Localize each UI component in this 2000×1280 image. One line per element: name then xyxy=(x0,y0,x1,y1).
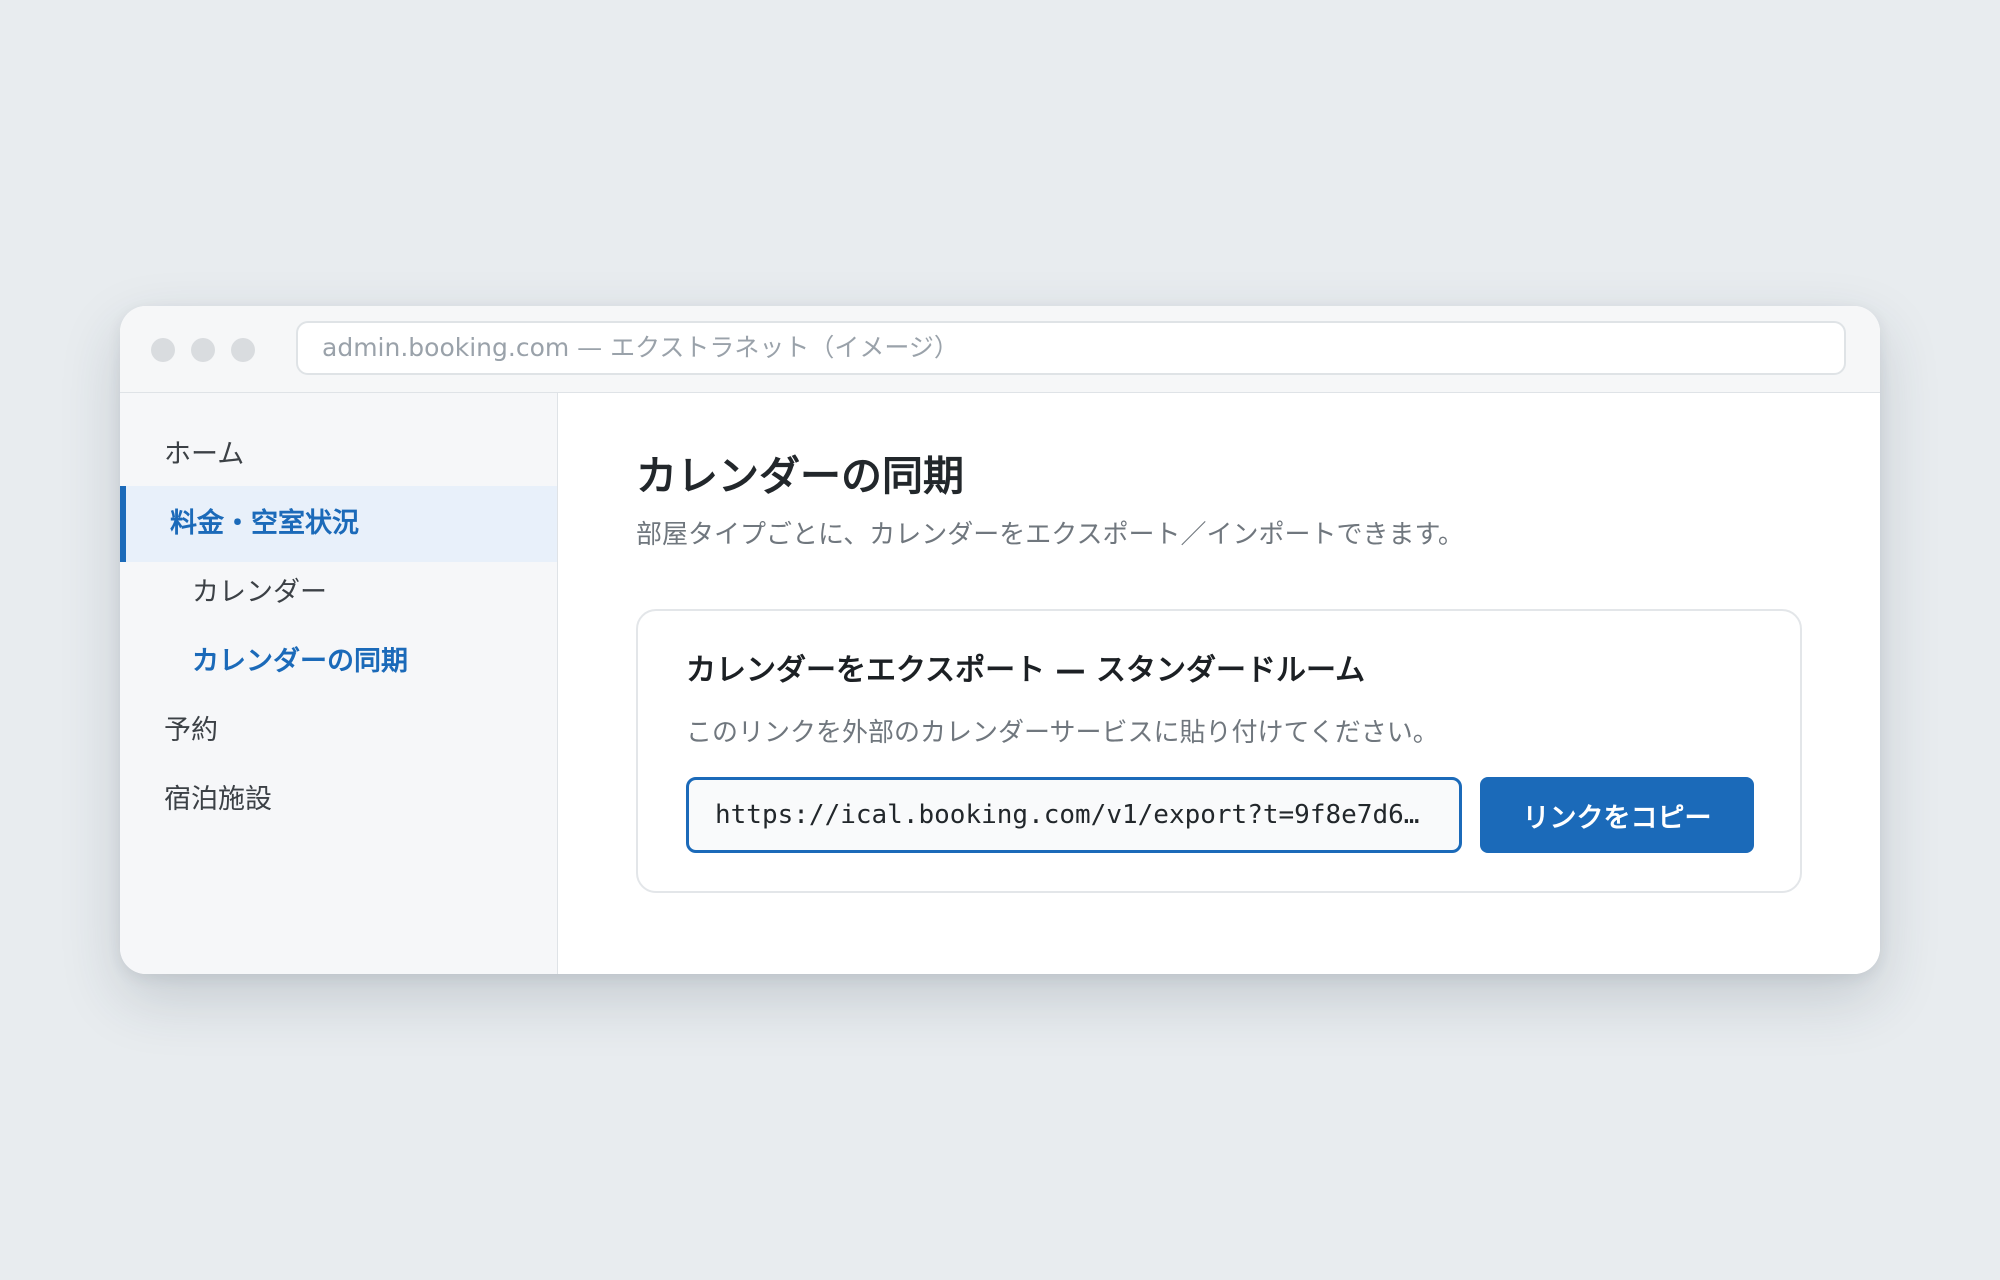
address-bar[interactable]: admin.booking.com — エクストラネット（イメージ） xyxy=(296,321,1846,375)
card-title: カレンダーをエクスポート — スタンダードルーム xyxy=(686,653,1366,688)
sidebar-item-rates-availability[interactable]: 料金・空室状況 xyxy=(120,486,557,562)
window-maximize-dot[interactable] xyxy=(231,338,255,362)
browser-window: admin.booking.com — エクストラネット（イメージ） ホーム 料… xyxy=(120,306,1880,974)
sidebar: ホーム 料金・空室状況 カレンダー カレンダーの同期 予約 宿泊施設 xyxy=(120,393,558,974)
page-description: 部屋タイプごとに、カレンダーをエクスポート／インポートできます。 xyxy=(636,520,1464,550)
page-title: カレンダーの同期 xyxy=(636,452,964,500)
window-minimize-dot[interactable] xyxy=(191,338,215,362)
export-calendar-card: カレンダーをエクスポート — スタンダードルーム このリンクを外部のカレンダーサ… xyxy=(636,609,1802,893)
main-content: カレンダーの同期 部屋タイプごとに、カレンダーをエクスポート／インポートできます… xyxy=(558,393,1880,974)
sidebar-item-calendar-sync[interactable]: カレンダーの同期 xyxy=(120,624,557,700)
copy-link-button[interactable]: リンクをコピー xyxy=(1480,777,1754,853)
sidebar-item-home[interactable]: ホーム xyxy=(120,417,557,493)
export-url-field[interactable] xyxy=(686,777,1462,853)
card-description: このリンクを外部のカレンダーサービスに貼り付けてください。 xyxy=(686,718,1439,748)
sidebar-item-calendar[interactable]: カレンダー xyxy=(120,555,557,631)
sidebar-item-property[interactable]: 宿泊施設 xyxy=(120,762,557,838)
window-close-dot[interactable] xyxy=(151,338,175,362)
sidebar-item-reservations[interactable]: 予約 xyxy=(120,693,557,769)
title-bar: admin.booking.com — エクストラネット（イメージ） xyxy=(120,306,1880,393)
